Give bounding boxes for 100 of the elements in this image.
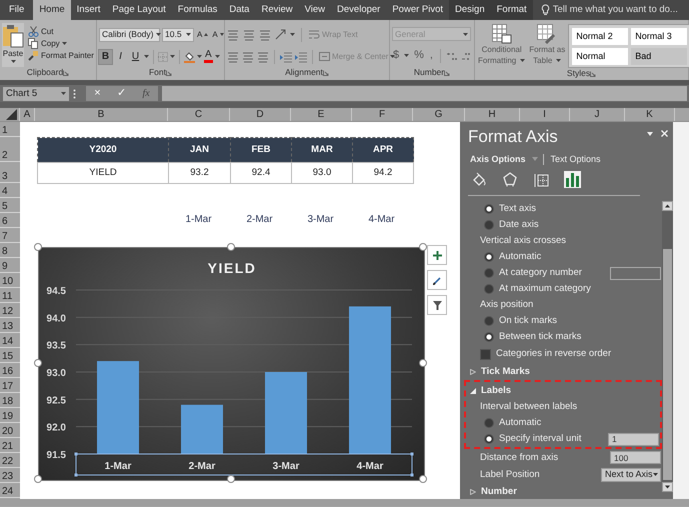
ribbon-tab[interactable]: Insert — [70, 0, 106, 20]
column-header[interactable]: K — [625, 108, 675, 121]
scroll-up-icon[interactable] — [662, 201, 673, 211]
percent-button[interactable]: % — [413, 50, 425, 61]
resize-handle[interactable] — [226, 243, 234, 251]
chart-filters-button[interactable] — [427, 295, 447, 315]
triangle-icon[interactable] — [470, 488, 476, 494]
column-header[interactable]: D — [230, 108, 291, 121]
resize-handle[interactable] — [34, 243, 42, 251]
dropdown[interactable]: Next to Axis — [601, 468, 661, 482]
ribbon-tab[interactable]: View — [298, 0, 332, 20]
align-icon[interactable] — [243, 28, 255, 40]
ribbon-tab[interactable]: Data — [223, 0, 256, 20]
dropdown-icon[interactable] — [647, 132, 653, 136]
grow-font-button[interactable]: A — [196, 30, 210, 38]
column-header[interactable]: B — [35, 108, 168, 121]
cell-style-item[interactable]: Normal 3 — [631, 28, 688, 45]
caret-icon[interactable] — [214, 55, 220, 58]
caret-icon[interactable] — [156, 33, 160, 36]
indent-icon[interactable] — [280, 50, 292, 62]
format-as-table-button[interactable]: Format as Table — [528, 23, 566, 68]
tell-me-field[interactable]: Tell me what you want to do... — [552, 4, 689, 16]
paste-button[interactable]: Paste — [2, 23, 24, 67]
column-header[interactable]: I — [520, 108, 570, 121]
more-icon[interactable] — [73, 88, 76, 98]
resize-handle[interactable] — [419, 475, 427, 483]
column-header[interactable]: A — [20, 108, 35, 121]
cell-style-item[interactable]: Bad — [631, 48, 688, 65]
input-field[interactable]: 1 — [608, 432, 659, 446]
ribbon-tab[interactable]: Developer — [331, 0, 386, 20]
cell-style-item[interactable]: Normal 2 — [572, 28, 628, 45]
caret-icon[interactable] — [61, 92, 66, 95]
shrink-font-button[interactable]: A — [211, 30, 225, 38]
pane-tab[interactable]: Text Options — [548, 154, 603, 164]
font-color-button[interactable]: A — [204, 50, 213, 63]
align-icon[interactable] — [257, 50, 269, 62]
radio-button[interactable] — [484, 204, 494, 214]
copy-button[interactable]: Copy — [27, 38, 95, 49]
triangle-icon[interactable] — [470, 388, 476, 394]
increase-decimal-icon[interactable] — [446, 50, 458, 60]
underline-button[interactable]: U — [129, 50, 142, 64]
radio-button[interactable] — [484, 252, 494, 262]
chart-elements-button[interactable] — [427, 245, 447, 265]
triangle-icon[interactable] — [470, 368, 476, 374]
bar-chart-icon[interactable] — [564, 170, 581, 188]
scrollbar-track[interactable] — [662, 201, 673, 492]
caret-icon[interactable] — [186, 33, 191, 36]
fill-color-icon[interactable] — [184, 50, 195, 62]
column-header[interactable]: H — [465, 108, 520, 121]
cancel-button[interactable]: × — [94, 86, 101, 100]
section-header[interactable]: Tick Marks — [481, 366, 530, 378]
ribbon-tab[interactable]: Format — [490, 0, 533, 20]
resize-handle[interactable] — [34, 359, 42, 367]
ribbon-tab[interactable]: Power Pivot — [386, 0, 450, 20]
axis-selection-box[interactable] — [74, 452, 414, 476]
radio-button[interactable] — [484, 220, 494, 230]
ribbon-tab[interactable]: Design — [449, 0, 491, 20]
ribbon-tab[interactable]: Page Layout — [106, 0, 172, 20]
resize-handle[interactable] — [34, 475, 42, 483]
orientation-icon[interactable] — [275, 29, 286, 40]
formula-field[interactable] — [162, 86, 687, 101]
comma-style-button[interactable]: , — [428, 50, 434, 61]
section-header[interactable]: Number — [481, 486, 517, 498]
close-icon[interactable] — [661, 130, 668, 137]
resize-handle[interactable] — [419, 359, 427, 367]
align-icon[interactable] — [227, 50, 239, 62]
radio-button[interactable] — [484, 418, 494, 428]
dialog-launcher-icon[interactable] — [444, 70, 450, 76]
scroll-down-icon[interactable] — [662, 482, 673, 492]
bold-button[interactable]: B — [99, 50, 112, 64]
font-name-dropdown[interactable]: Calibri (Body) — [99, 28, 160, 42]
caret-icon[interactable] — [197, 55, 202, 58]
indent-icon[interactable] — [295, 50, 307, 62]
font-size-dropdown[interactable]: 10.5 — [162, 28, 194, 42]
ribbon-tab[interactable]: Home — [33, 0, 71, 20]
caret-icon[interactable] — [10, 60, 16, 63]
caret-icon[interactable] — [62, 42, 67, 45]
chart-styles-button[interactable] — [427, 270, 447, 290]
section-header[interactable]: Labels — [481, 384, 512, 396]
dialog-launcher-icon[interactable] — [166, 70, 172, 76]
caret-icon[interactable] — [290, 33, 295, 36]
ribbon-tab[interactable]: Formulas — [172, 0, 224, 20]
radio-button[interactable] — [484, 434, 494, 444]
align-icon[interactable] — [227, 28, 239, 40]
column-header[interactable]: C — [168, 108, 230, 121]
radio-button[interactable] — [484, 332, 494, 342]
dialog-launcher-icon[interactable] — [322, 70, 329, 76]
name-box[interactable]: Chart 5 — [3, 86, 69, 100]
caret-icon[interactable] — [556, 58, 562, 62]
conditional-formatting-button[interactable]: Conditional Formatting — [477, 23, 526, 68]
radio-button[interactable] — [484, 316, 494, 326]
resize-handle[interactable] — [226, 475, 234, 483]
column-header[interactable]: E — [291, 108, 352, 121]
input-field[interactable] — [610, 266, 661, 280]
paint-bucket-icon[interactable] — [471, 170, 488, 188]
cut-button[interactable]: Cut — [27, 26, 95, 37]
cell-style-item[interactable]: Normal — [572, 48, 628, 65]
caret-icon[interactable] — [170, 55, 175, 58]
ribbon-tab[interactable]: Review — [255, 0, 299, 20]
caret-icon[interactable] — [144, 55, 149, 58]
